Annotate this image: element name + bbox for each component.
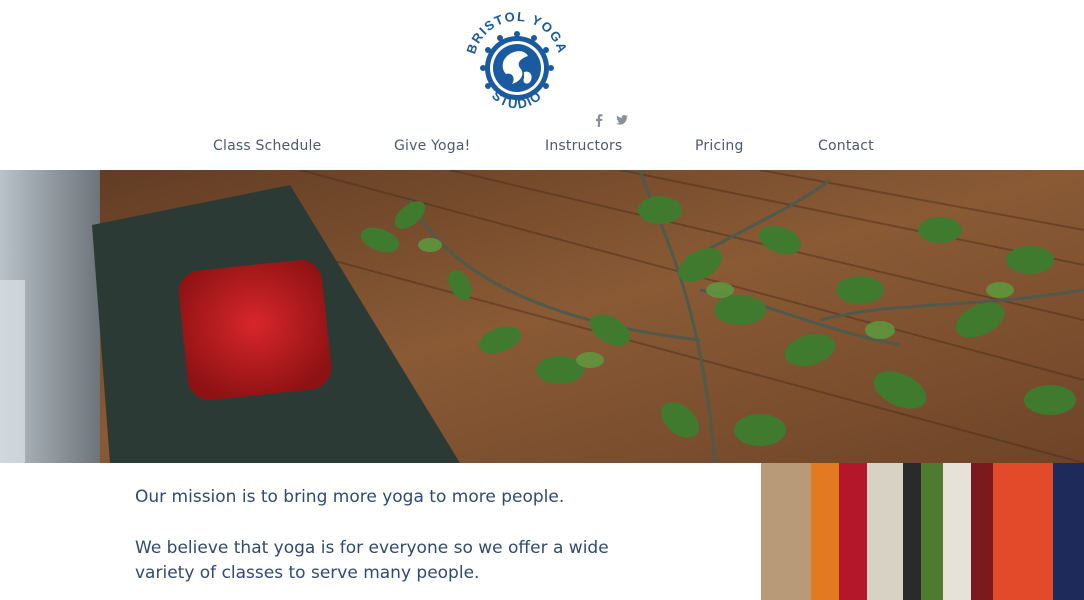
site-header: BRISTOL YOGA STUDIO Class Schedule Give … bbox=[0, 0, 1084, 170]
yoga-mats-image bbox=[761, 463, 1084, 600]
studio-logo[interactable]: BRISTOL YOGA STUDIO bbox=[463, 9, 570, 122]
mission-statement: Our mission is to bring more yoga to mor… bbox=[135, 487, 565, 507]
nav-class-schedule[interactable]: Class Schedule bbox=[213, 138, 321, 154]
nav-contact[interactable]: Contact bbox=[818, 138, 874, 154]
mats-photo bbox=[761, 463, 1084, 600]
mission-section: Our mission is to bring more yoga to mor… bbox=[0, 463, 1084, 600]
hero-image bbox=[0, 170, 1084, 463]
social-links bbox=[593, 113, 629, 127]
twitter-icon[interactable] bbox=[615, 113, 629, 127]
hero-photo bbox=[0, 170, 1084, 463]
facebook-icon[interactable] bbox=[593, 113, 605, 127]
logo-graphic: BRISTOL YOGA STUDIO bbox=[463, 9, 569, 112]
nav-pricing[interactable]: Pricing bbox=[695, 138, 744, 154]
main-nav: Class Schedule Give Yoga! Instructors Pr… bbox=[0, 138, 1084, 158]
nav-give-yoga[interactable]: Give Yoga! bbox=[394, 138, 470, 154]
nav-instructors[interactable]: Instructors bbox=[545, 138, 622, 154]
mission-description: We believe that yoga is for everyone so … bbox=[135, 538, 609, 583]
